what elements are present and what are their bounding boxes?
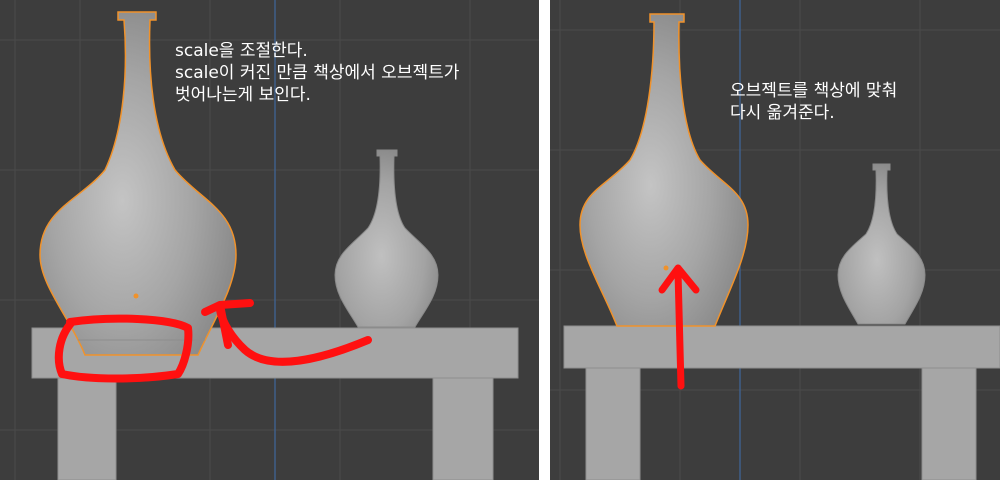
object-origin-dot — [663, 265, 669, 271]
caption-line: 다시 옮겨준다. — [730, 103, 835, 123]
caption-line: 벗어나는게 보인다. — [175, 85, 311, 105]
small-vase-object[interactable] — [837, 163, 926, 325]
object-origin-dot — [133, 293, 139, 299]
small-vase-object[interactable] — [334, 149, 439, 328]
viewport-right-panel[interactable]: 오브젝트를 책상에 맞춰 다시 옮겨준다. — [550, 0, 1000, 480]
selected-vase-object[interactable] — [579, 13, 749, 327]
caption-line: scale이 커진 만큼 책상에서 오브젝트가 — [175, 63, 460, 83]
viewport-left-panel[interactable]: scale을 조절한다. scale이 커진 만큼 책상에서 오브젝트가 벗어나… — [0, 0, 539, 480]
right-caption: 오브젝트를 책상에 맞춰 다시 옮겨준다. — [730, 80, 897, 124]
caption-line: 오브젝트를 책상에 맞춰 — [730, 81, 898, 101]
left-caption: scale을 조절한다. scale이 커진 만큼 책상에서 오브젝트가 벗어나… — [175, 40, 459, 106]
caption-line: scale을 조절한다. — [175, 41, 308, 61]
viewport-right-scene — [550, 0, 1000, 480]
table-object[interactable] — [563, 325, 1000, 480]
